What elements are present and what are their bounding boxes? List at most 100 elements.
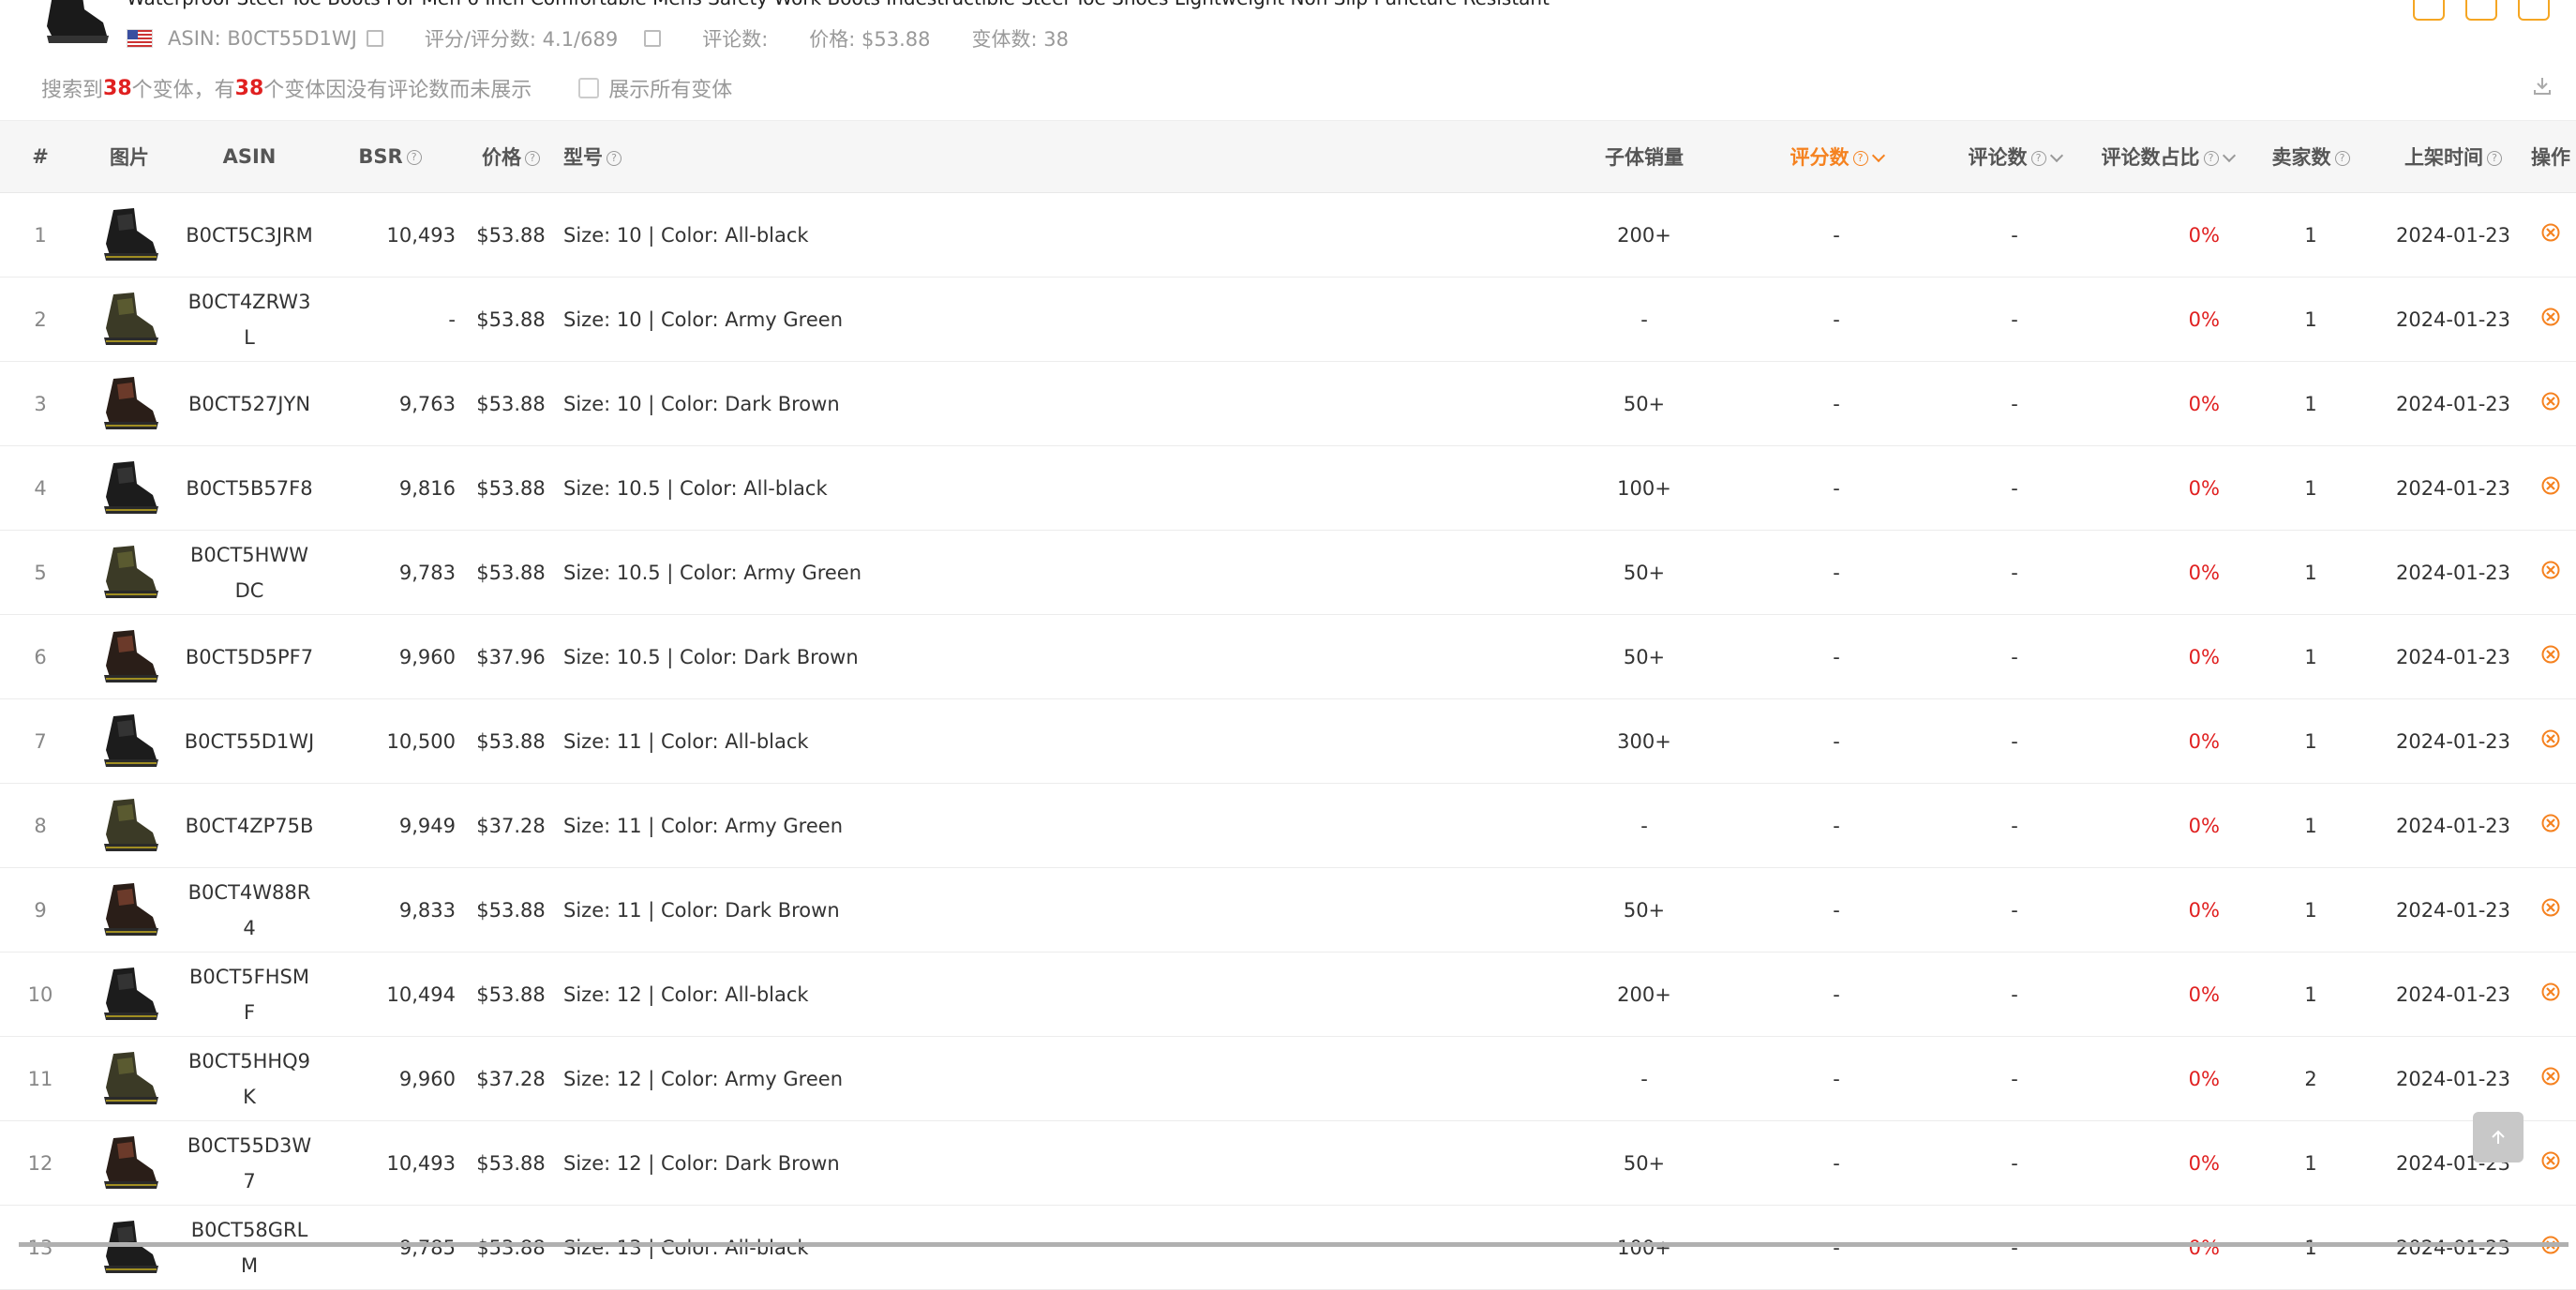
row-image[interactable] <box>81 1120 178 1206</box>
help-icon[interactable]: ? <box>525 151 540 166</box>
row-asin[interactable]: B0CT5B57F8 <box>178 445 321 531</box>
row-asin[interactable]: B0CT5HWWDC <box>178 530 321 615</box>
sort-caret-icon[interactable] <box>2049 148 2063 163</box>
row-action[interactable] <box>2525 783 2576 868</box>
boot-thumbnail <box>104 545 158 598</box>
table-row[interactable]: 7 B0CT55D1WJ 10,500 $53.88 Size: 11 | Color… <box>0 698 2576 784</box>
export-download-icon[interactable] <box>2531 75 2554 98</box>
row-action[interactable] <box>2525 1036 2576 1121</box>
table-row[interactable]: 3 B0CT527JYN 9,763 $53.88 Size: 10 | Color:… <box>0 361 2576 446</box>
action-icon[interactable] <box>2541 898 2560 917</box>
action-icon[interactable] <box>2541 814 2560 832</box>
row-image[interactable] <box>81 192 178 278</box>
horizontal-scrollbar[interactable] <box>19 1242 2569 1247</box>
product-title[interactable]: Waterproof Steel Toe Boots For Men 6 Inc… <box>127 0 2376 9</box>
external-link-icon[interactable] <box>644 30 662 47</box>
row-image[interactable] <box>81 1036 178 1121</box>
table-row[interactable]: 12 B0CT55D3W7 10,493 $53.88 Size: 12 | Colo… <box>0 1120 2576 1206</box>
row-image[interactable] <box>81 530 178 615</box>
refresh-icon[interactable] <box>2413 0 2445 21</box>
col-bsr[interactable]: BSR? <box>321 120 459 193</box>
row-action[interactable] <box>2525 867 2576 952</box>
row-action[interactable] <box>2525 277 2576 362</box>
row-image[interactable] <box>81 445 178 531</box>
row-asin[interactable]: B0CT5HHQ9K <box>178 1036 321 1121</box>
show-all-label[interactable]: 展示所有变体 <box>608 73 732 103</box>
help-icon[interactable]: ? <box>2203 151 2219 166</box>
table-row[interactable]: 9 B0CT4W88R4 9,833 $53.88 Size: 11 | Color:… <box>0 867 2576 952</box>
help-icon[interactable]: ? <box>2334 151 2350 166</box>
row-asin[interactable]: B0CT4ZP75B <box>178 783 321 868</box>
table-row[interactable]: 11 B0CT5HHQ9K 9,960 $37.28 Size: 12 | Color… <box>0 1036 2576 1121</box>
product-thumbnail[interactable] <box>37 0 112 49</box>
row-image[interactable] <box>81 361 178 446</box>
col-model[interactable]: 型号? <box>562 120 1550 193</box>
table-row[interactable]: 1 B0CT5C3JRM 10,493 $53.88 Size: 10 | Color… <box>0 192 2576 278</box>
row-asin[interactable]: B0CT4W88R4 <box>178 867 321 952</box>
table-row[interactable]: 6 B0CT5D5PF7 9,960 $37.96 Size: 10.5 | Colo… <box>0 614 2576 699</box>
sort-caret-icon[interactable] <box>2222 148 2236 163</box>
row-image[interactable] <box>81 1205 178 1290</box>
help-icon[interactable]: ? <box>1852 151 1868 166</box>
row-action[interactable] <box>2525 952 2576 1037</box>
row-image[interactable] <box>81 783 178 868</box>
row-action[interactable] <box>2525 1120 2576 1206</box>
back-to-top-button[interactable] <box>2473 1112 2524 1162</box>
row-action[interactable] <box>2525 614 2576 699</box>
table-row[interactable]: 8 B0CT4ZP75B 9,949 $37.28 Size: 11 | Color:… <box>0 783 2576 868</box>
action-icon[interactable] <box>2541 1151 2560 1170</box>
boot-thumbnail <box>104 1220 158 1273</box>
share-icon[interactable] <box>2465 0 2497 21</box>
row-asin[interactable]: B0CT55D1WJ <box>178 698 321 784</box>
col-reviews[interactable]: 评论数? <box>1935 120 2094 193</box>
row-image[interactable] <box>81 867 178 952</box>
table-row[interactable]: 10 B0CT5FHSMF 10,494 $53.88 Size: 12 | Colo… <box>0 952 2576 1037</box>
action-icon[interactable] <box>2541 1067 2560 1086</box>
table-row[interactable]: 2 B0CT4ZRW3L - $53.88 Size: 10 | Color: Arm… <box>0 277 2576 362</box>
col-listed[interactable]: 上架时间? <box>2381 120 2525 193</box>
table-row[interactable]: 4 B0CT5B57F8 9,816 $53.88 Size: 10.5 | Colo… <box>0 445 2576 531</box>
row-image[interactable] <box>81 277 178 362</box>
help-icon[interactable]: ? <box>406 150 422 165</box>
action-icon[interactable] <box>2541 392 2560 411</box>
row-action[interactable] <box>2525 445 2576 531</box>
row-asin[interactable]: B0CT527JYN <box>178 361 321 446</box>
row-asin[interactable]: B0CT55D3W7 <box>178 1120 321 1206</box>
help-icon[interactable]: ? <box>607 151 622 166</box>
row-asin[interactable]: B0CT58GRLM <box>178 1205 321 1290</box>
row-asin[interactable]: B0CT5FHSMF <box>178 952 321 1037</box>
download-icon[interactable] <box>2518 0 2550 21</box>
action-icon[interactable] <box>2541 308 2560 326</box>
row-action[interactable] <box>2525 361 2576 446</box>
action-icon[interactable] <box>2541 561 2560 579</box>
col-price[interactable]: 价格? <box>459 120 562 193</box>
row-image[interactable] <box>81 952 178 1037</box>
action-icon[interactable] <box>2541 223 2560 242</box>
table-row[interactable]: 13 B0CT58GRLM 9,785 $53.88 Size: 13 | Color… <box>0 1205 2576 1290</box>
action-icon[interactable] <box>2541 982 2560 1001</box>
row-action[interactable] <box>2525 698 2576 784</box>
action-icon[interactable] <box>2541 645 2560 664</box>
row-image[interactable] <box>81 614 178 699</box>
row-reviews: - <box>1935 867 2094 952</box>
help-icon[interactable]: ? <box>2487 151 2502 166</box>
sort-caret-icon[interactable] <box>1871 148 1885 163</box>
row-asin[interactable]: B0CT4ZRW3L <box>178 277 321 362</box>
action-icon[interactable] <box>2541 729 2560 748</box>
show-all-checkbox[interactable] <box>578 78 600 98</box>
col-sellers[interactable]: 卖家数? <box>2240 120 2381 193</box>
row-action[interactable] <box>2525 530 2576 615</box>
table-row[interactable]: 5 B0CT5HWWDC 9,783 $53.88 Size: 10.5 | Colo… <box>0 530 2576 615</box>
row-reviews: - <box>1935 530 2094 615</box>
action-icon[interactable] <box>2541 476 2560 495</box>
row-asin[interactable]: B0CT5D5PF7 <box>178 614 321 699</box>
help-icon[interactable]: ? <box>2030 151 2046 166</box>
row-index: 6 <box>0 614 81 699</box>
col-review-ratio[interactable]: 评论数占比? <box>2094 120 2240 193</box>
row-asin[interactable]: B0CT5C3JRM <box>178 192 321 278</box>
row-action[interactable] <box>2525 1205 2576 1290</box>
row-image[interactable] <box>81 698 178 784</box>
external-link-icon[interactable] <box>366 30 383 47</box>
row-action[interactable] <box>2525 192 2576 278</box>
col-ratings[interactable]: 评分数? <box>1738 120 1935 193</box>
